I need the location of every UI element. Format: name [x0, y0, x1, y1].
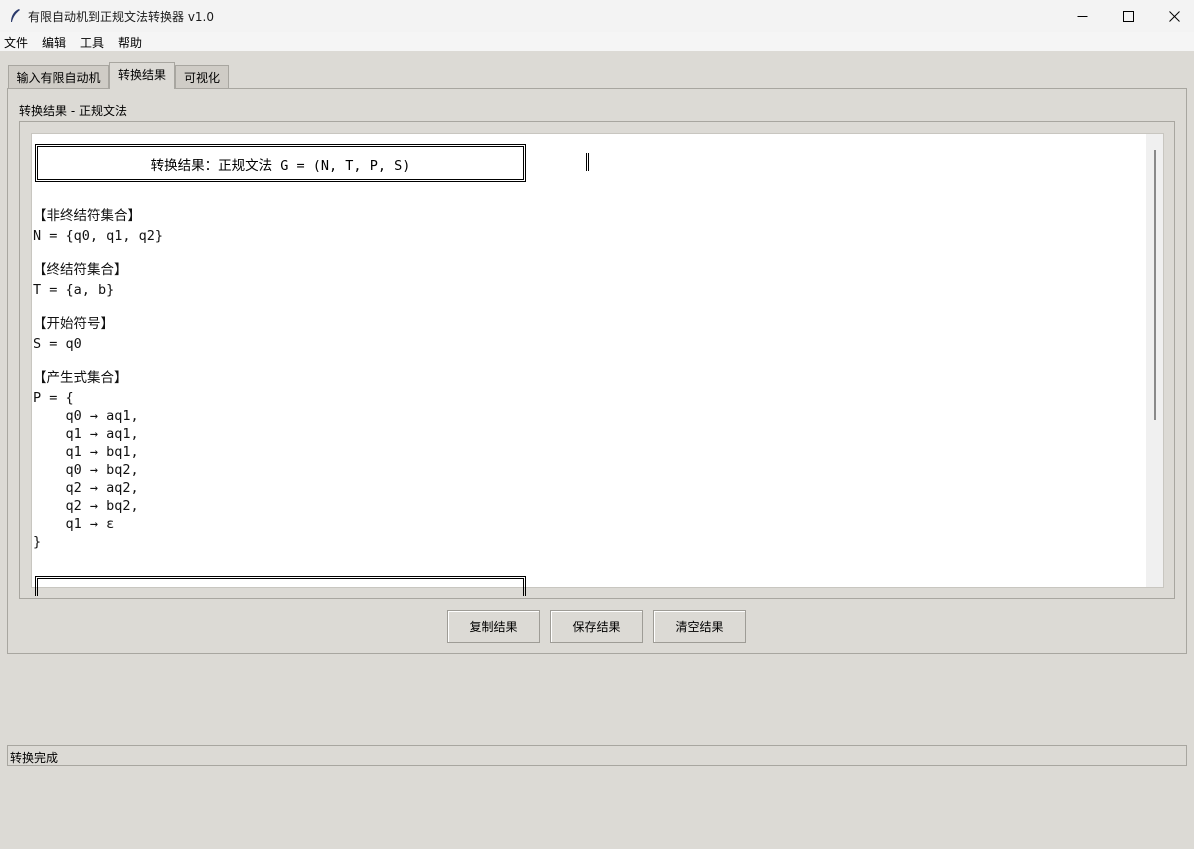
status-text: 转换完成 [10, 751, 59, 765]
menu-help[interactable]: 帮助 [118, 34, 142, 51]
result-header-box: 转换结果：正规文法 G = (N, T, P, S) [35, 144, 526, 182]
nonterminals-line: N = {q0, q1, q2} [33, 228, 164, 244]
productions-close: } [33, 534, 42, 550]
scrollbar-thumb[interactable] [1154, 150, 1156, 420]
menu-bar: 文件 编辑 工具 帮助 [0, 32, 1194, 51]
section-title-start: 【开始符号】 [33, 316, 114, 332]
section-title-productions: 【产生式集合】 [33, 370, 128, 386]
production-line: q1 → ε [33, 516, 115, 532]
production-line: q2 → aq2, [33, 480, 139, 496]
production-line: q2 → bq2, [33, 498, 139, 514]
menu-tools[interactable]: 工具 [80, 34, 104, 51]
clear-result-button[interactable]: 清空结果 [653, 610, 746, 643]
productions-open: P = { [33, 390, 74, 406]
terminals-line: T = {a, b} [33, 282, 115, 298]
section-title-nonterminals: 【非终结符集合】 [33, 208, 141, 224]
title-bar: 有限自动机到正规文法转换器 v1.0 [0, 0, 1194, 33]
production-line: q1 → aq1, [33, 426, 139, 442]
copy-result-button[interactable]: 复制结果 [447, 610, 540, 643]
tab-visualize[interactable]: 可视化 [175, 65, 229, 89]
window-title: 有限自动机到正规文法转换器 v1.0 [28, 10, 215, 24]
section-title-terminals: 【终结符集合】 [33, 262, 128, 278]
text-cursor [586, 153, 589, 171]
footer-box-partial [35, 576, 526, 596]
start-line: S = q0 [33, 336, 82, 352]
result-text-area[interactable] [31, 133, 1164, 588]
minimize-icon [1077, 15, 1087, 17]
production-line: q0 → bq2, [33, 462, 139, 478]
result-header: 转换结果：正规文法 G = (N, T, P, S) [150, 158, 411, 174]
tab-input-fa[interactable]: 输入有限自动机 [8, 65, 109, 89]
result-frame-label: 转换结果 - 正规文法 [19, 104, 127, 118]
production-line: q0 → aq1, [33, 408, 139, 424]
tab-result[interactable]: 转换结果 [109, 62, 175, 89]
feather-icon [11, 9, 20, 22]
close-icon [1168, 10, 1180, 22]
status-bar: 转换完成 [7, 745, 1187, 766]
maximize-icon [1122, 10, 1134, 22]
maximize-button[interactable] [1105, 0, 1151, 32]
menu-edit[interactable]: 编辑 [42, 34, 66, 51]
menu-file[interactable]: 文件 [4, 34, 28, 51]
production-line: q1 → bq1, [33, 444, 139, 460]
save-result-button[interactable]: 保存结果 [550, 610, 643, 643]
close-button[interactable] [1151, 0, 1194, 32]
minimize-button[interactable] [1059, 0, 1105, 32]
